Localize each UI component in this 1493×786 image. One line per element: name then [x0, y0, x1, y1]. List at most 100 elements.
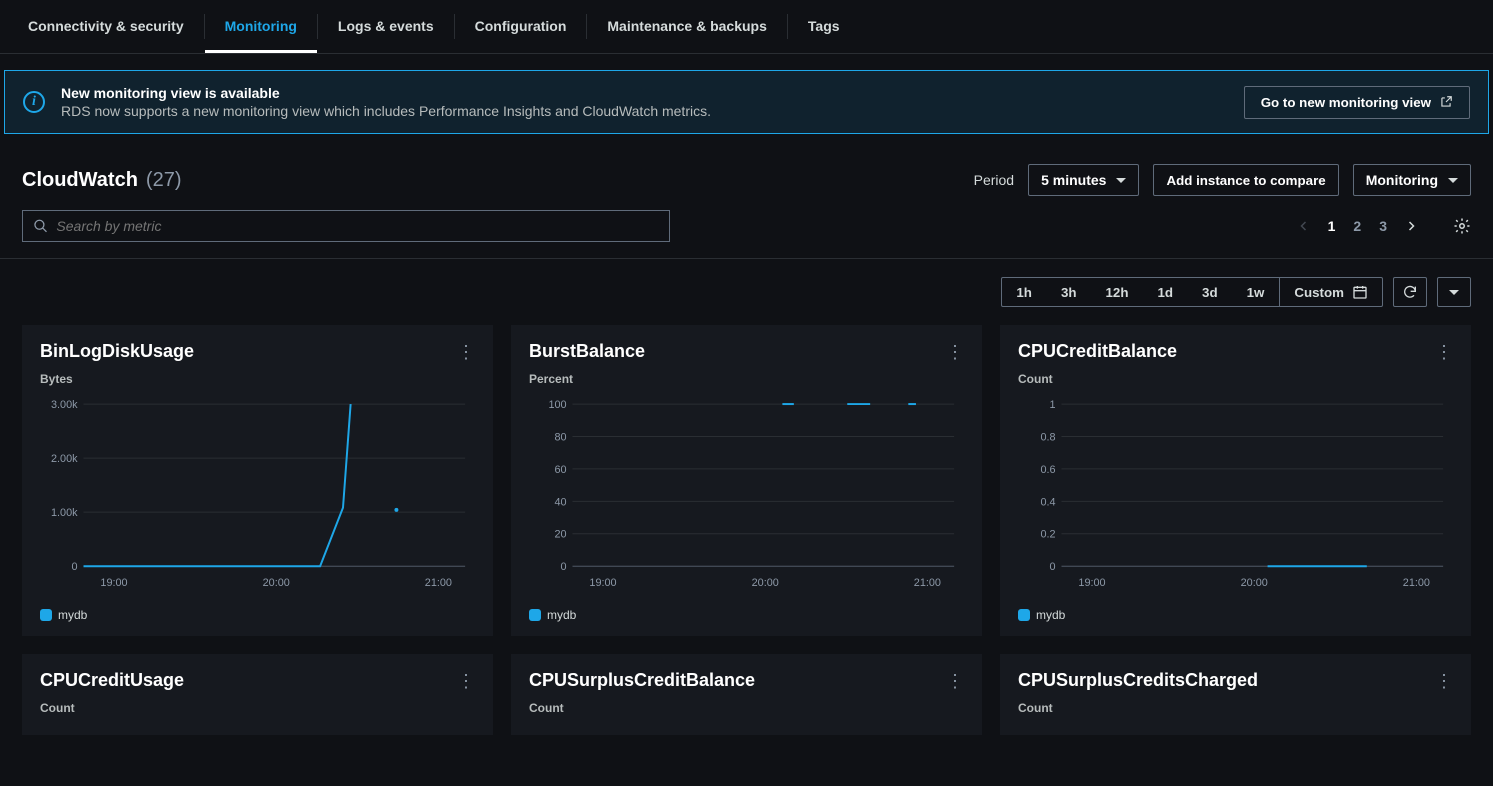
legend-label: mydb: [58, 608, 87, 622]
calendar-icon: [1352, 284, 1368, 300]
range-1w[interactable]: 1w: [1233, 278, 1280, 306]
legend-label: mydb: [1036, 608, 1065, 622]
chart-card: BinLogDiskUsage ⋮ Bytes 01.00k2.00k3.00k…: [22, 325, 493, 636]
kebab-icon[interactable]: ⋮: [1435, 343, 1453, 361]
chart-unit: Count: [1018, 701, 1453, 715]
chart-unit: Percent: [529, 372, 964, 386]
chevron-down-icon: [1449, 290, 1459, 295]
kebab-icon[interactable]: ⋮: [946, 343, 964, 361]
svg-text:20:00: 20:00: [752, 577, 779, 589]
button-label: Go to new monitoring view: [1261, 95, 1431, 110]
svg-text:100: 100: [548, 399, 566, 411]
monitoring-dropdown[interactable]: Monitoring: [1353, 164, 1471, 196]
chevron-down-icon: [1448, 178, 1458, 183]
tab-connectivity[interactable]: Connectivity & security: [8, 0, 204, 53]
chart-card: CPUSurplusCreditBalance ⋮ Count: [511, 654, 982, 735]
chart-legend: mydb: [1018, 608, 1453, 622]
period-select[interactable]: 5 minutes: [1028, 164, 1139, 196]
chart-area: 0 20 40 60 80 100 19:00 20:00 21:00: [529, 392, 964, 602]
svg-text:0.2: 0.2: [1040, 529, 1055, 541]
range-custom[interactable]: Custom: [1279, 278, 1382, 306]
svg-text:40: 40: [554, 496, 566, 508]
kebab-icon[interactable]: ⋮: [1435, 672, 1453, 690]
svg-text:0.8: 0.8: [1040, 431, 1055, 443]
svg-text:2.00k: 2.00k: [51, 453, 78, 465]
svg-text:80: 80: [554, 431, 566, 443]
svg-text:20:00: 20:00: [1241, 577, 1268, 589]
kebab-icon[interactable]: ⋮: [457, 343, 475, 361]
tab-configuration[interactable]: Configuration: [455, 0, 587, 53]
add-instance-button[interactable]: Add instance to compare: [1153, 164, 1338, 196]
tab-tags[interactable]: Tags: [788, 0, 860, 53]
range-3d[interactable]: 3d: [1188, 278, 1233, 306]
tab-maintenance[interactable]: Maintenance & backups: [587, 0, 787, 53]
pagination: 1 2 3: [1298, 217, 1471, 235]
search-row: 1 2 3: [0, 210, 1493, 258]
svg-text:0: 0: [72, 561, 78, 573]
svg-text:20:00: 20:00: [263, 577, 290, 589]
chart-title: CPUCreditUsage: [40, 670, 184, 691]
chart-area: 00.20.40.60.8119:0020:0021:00: [1018, 392, 1453, 602]
kebab-icon[interactable]: ⋮: [946, 672, 964, 690]
search-input[interactable]: [56, 218, 659, 234]
chart-title: CPUSurplusCreditBalance: [529, 670, 755, 691]
svg-text:19:00: 19:00: [1078, 577, 1105, 589]
svg-text:0: 0: [561, 561, 567, 573]
svg-text:1.00k: 1.00k: [51, 507, 78, 519]
page-next-icon[interactable]: [1405, 219, 1417, 233]
page-1[interactable]: 1: [1328, 218, 1336, 234]
banner-title: New monitoring view is available: [61, 85, 1228, 101]
chart-card: CPUCreditBalance ⋮ Count 00.20.40.60.811…: [1000, 325, 1471, 636]
range-1h[interactable]: 1h: [1002, 278, 1047, 306]
range-3h[interactable]: 3h: [1047, 278, 1092, 306]
legend-swatch: [529, 609, 541, 621]
svg-text:1: 1: [1050, 399, 1056, 411]
refresh-options-button[interactable]: [1437, 277, 1471, 307]
svg-text:21:00: 21:00: [425, 577, 452, 589]
tab-monitoring[interactable]: Monitoring: [205, 0, 317, 53]
svg-text:60: 60: [554, 464, 566, 476]
svg-text:3.00k: 3.00k: [51, 399, 78, 411]
tab-logs[interactable]: Logs & events: [318, 0, 454, 53]
range-12h[interactable]: 12h: [1092, 278, 1144, 306]
section-header: CloudWatch (27) Period 5 minutes Add ins…: [0, 150, 1493, 210]
count-badge: (27): [146, 169, 182, 192]
svg-text:19:00: 19:00: [100, 577, 127, 589]
range-1d[interactable]: 1d: [1143, 278, 1188, 306]
legend-swatch: [40, 609, 52, 621]
chart-legend: mydb: [529, 608, 964, 622]
chart-unit: Count: [1018, 372, 1453, 386]
refresh-icon: [1402, 284, 1418, 300]
tab-bar: Connectivity & security Monitoring Logs …: [0, 0, 1493, 54]
refresh-button[interactable]: [1393, 277, 1427, 307]
kebab-icon[interactable]: ⋮: [457, 672, 475, 690]
chevron-down-icon: [1116, 178, 1126, 183]
chart-unit: Count: [529, 701, 964, 715]
page-prev-icon[interactable]: [1298, 219, 1310, 233]
chart-title: BurstBalance: [529, 341, 645, 362]
chart-title: CPUSurplusCreditsCharged: [1018, 670, 1258, 691]
chart-grid: BinLogDiskUsage ⋮ Bytes 01.00k2.00k3.00k…: [0, 307, 1493, 735]
section-title: CloudWatch (27): [22, 169, 182, 192]
period-value: 5 minutes: [1041, 172, 1106, 188]
legend-swatch: [1018, 609, 1030, 621]
chart-title: CPUCreditBalance: [1018, 341, 1177, 362]
info-banner: i New monitoring view is available RDS n…: [4, 70, 1489, 134]
button-label: Add instance to compare: [1166, 173, 1325, 188]
chart-card: BurstBalance ⋮ Percent 0 20 40 60 80 100 19:00…: [511, 325, 982, 636]
search-container: [22, 210, 670, 242]
svg-text:21:00: 21:00: [914, 577, 941, 589]
external-link-icon: [1439, 95, 1453, 109]
go-to-monitoring-button[interactable]: Go to new monitoring view: [1244, 86, 1470, 119]
banner-description: RDS now supports a new monitoring view w…: [61, 103, 1228, 119]
banner-text: New monitoring view is available RDS now…: [61, 85, 1228, 119]
chart-area: 0 1.00k 2.00k 3.00k 19:00 20:00 21:00: [40, 392, 475, 602]
section-controls: Period 5 minutes Add instance to compare…: [974, 164, 1471, 196]
search-icon: [33, 218, 48, 234]
page-3[interactable]: 3: [1379, 218, 1387, 234]
svg-text:20: 20: [554, 529, 566, 541]
svg-text:19:00: 19:00: [589, 577, 616, 589]
page-2[interactable]: 2: [1353, 218, 1361, 234]
gear-icon[interactable]: [1453, 217, 1471, 235]
legend-label: mydb: [547, 608, 576, 622]
